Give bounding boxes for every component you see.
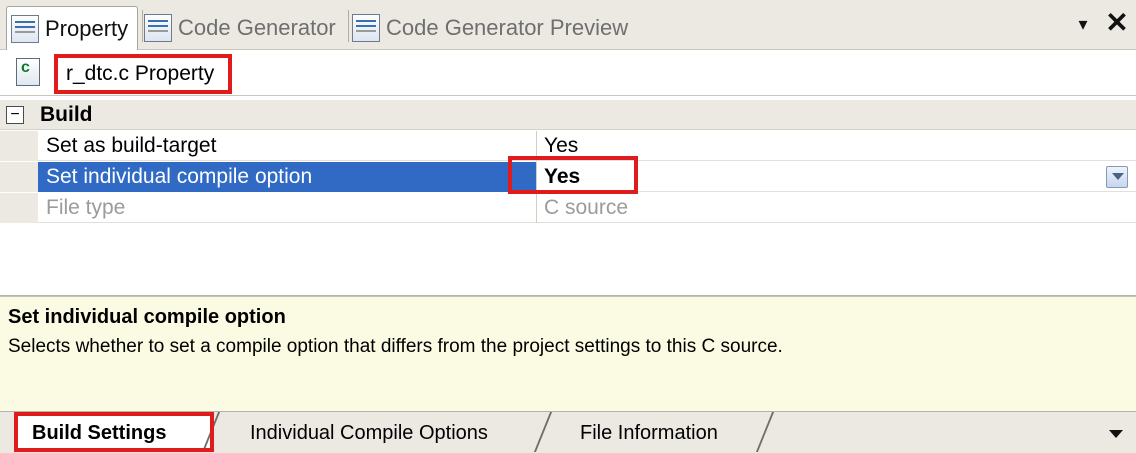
tab-code-generator-preview[interactable]: Code Generator Preview bbox=[352, 6, 642, 50]
tab-property-label: Property bbox=[45, 15, 129, 41]
tab-separator bbox=[348, 10, 349, 42]
property-name: Set as build-target bbox=[46, 134, 217, 157]
column-divider bbox=[536, 193, 537, 223]
close-icon[interactable]: ✕ bbox=[1104, 8, 1130, 38]
row-gutter bbox=[0, 162, 38, 192]
tab-property[interactable]: Property bbox=[6, 6, 138, 50]
category-label: Build bbox=[40, 103, 93, 126]
property-name: Set individual compile option bbox=[46, 165, 313, 188]
property-value: C source bbox=[544, 196, 629, 219]
code-generator-icon bbox=[144, 14, 172, 42]
tab-separator bbox=[142, 10, 143, 42]
tab-code-generator[interactable]: Code Generator bbox=[144, 6, 344, 50]
property-name: File type bbox=[46, 196, 126, 219]
panel-menu-arrow-icon[interactable]: ▾ bbox=[1072, 12, 1094, 36]
tab-file-information[interactable]: File Information bbox=[580, 414, 718, 452]
row-gutter bbox=[0, 193, 38, 223]
category-row-build[interactable]: − Build bbox=[0, 100, 1136, 130]
tab-code-generator-preview-label: Code Generator Preview bbox=[386, 15, 629, 40]
collapse-icon[interactable]: − bbox=[6, 106, 24, 124]
c-source-file-icon bbox=[16, 58, 40, 86]
property-title: r_dtc.c Property bbox=[66, 62, 215, 85]
description-text: Selects whether to set a compile option … bbox=[8, 336, 783, 357]
tab-individual-compile-options[interactable]: Individual Compile Options bbox=[250, 414, 488, 452]
tab-code-generator-label: Code Generator bbox=[178, 15, 336, 40]
property-icon bbox=[11, 14, 39, 43]
tab-highlight-box bbox=[14, 412, 214, 452]
row-gutter bbox=[0, 131, 38, 161]
chevron-down-icon[interactable] bbox=[1106, 166, 1128, 188]
description-title: Set individual compile option bbox=[8, 306, 286, 328]
code-generator-preview-icon bbox=[352, 14, 380, 42]
tab-scroll-arrow-icon[interactable] bbox=[1106, 424, 1126, 444]
value-highlight-box bbox=[508, 156, 638, 194]
property-row-file-type: File type C source bbox=[0, 193, 1136, 223]
